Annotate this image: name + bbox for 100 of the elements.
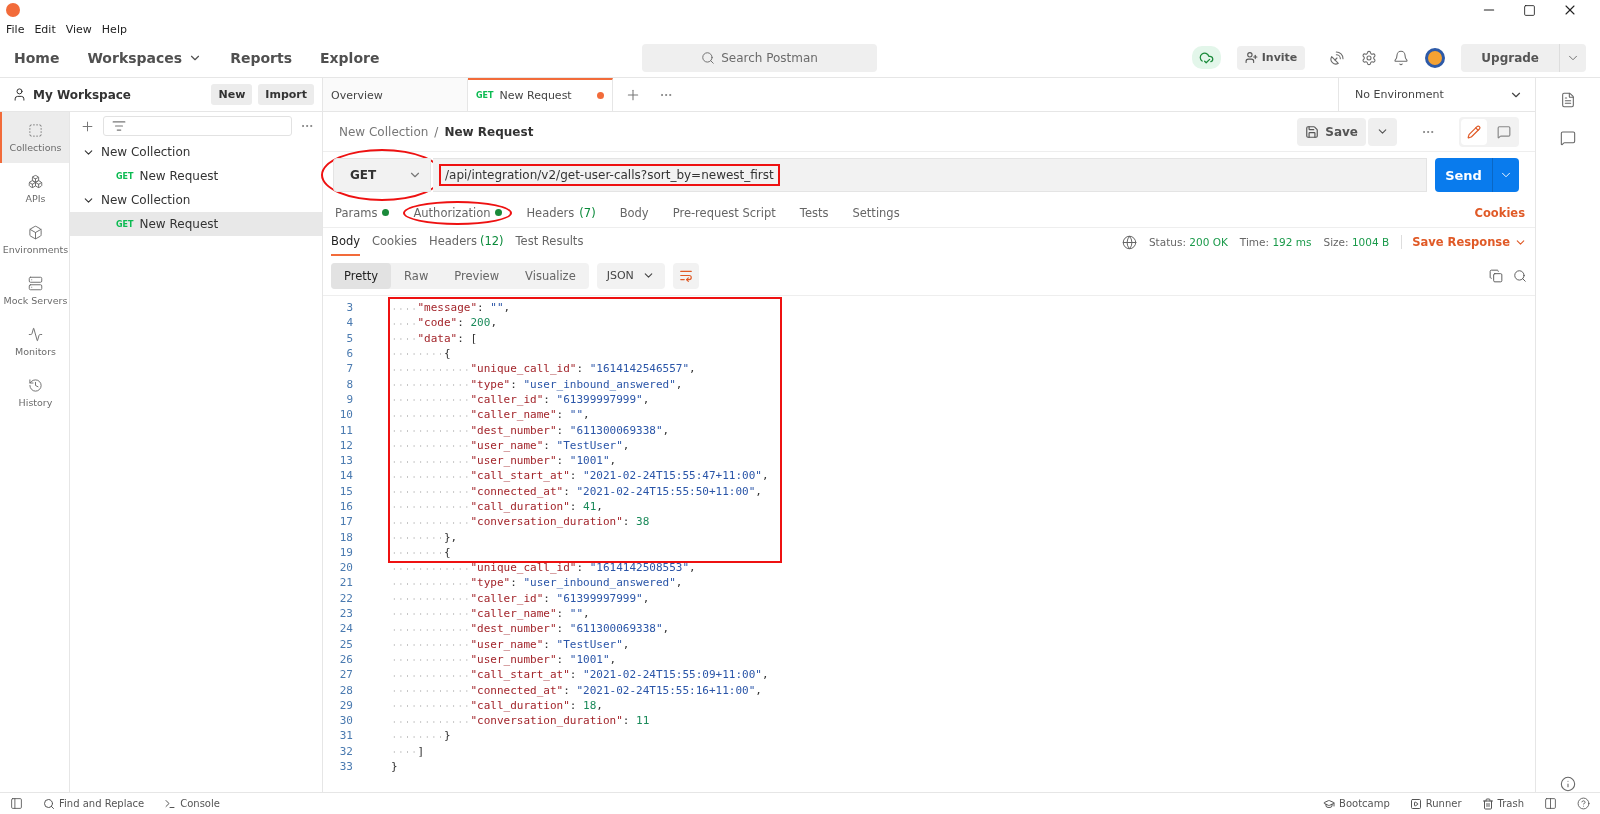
code-line: "unique_call_id": "1614142508553", [391, 561, 696, 575]
code-line: "dest_number": "611300069338", [391, 622, 670, 636]
footer-item[interactable]: Find and Replace [43, 797, 145, 810]
comments-icon[interactable] [1560, 130, 1576, 146]
line-number: 33 [338, 760, 354, 774]
menu-item[interactable]: Edit [34, 22, 56, 36]
info-icon[interactable] [1560, 776, 1576, 792]
collection-item[interactable]: New Collection [70, 188, 322, 212]
satellite-dish-icon[interactable] [1329, 49, 1346, 66]
help-icon[interactable] [1577, 797, 1590, 810]
line-number: 21 [338, 576, 354, 590]
environment-dropdown[interactable]: No Environment [1338, 78, 1535, 111]
rail-item[interactable]: Collections [0, 112, 69, 163]
request-section-tab[interactable]: Settings [852, 205, 900, 220]
view-mode-button[interactable]: Raw [391, 262, 442, 289]
copy-icon[interactable] [1489, 268, 1503, 283]
request-section-tab[interactable]: Params [335, 205, 390, 220]
rail-item[interactable]: History [0, 367, 69, 418]
rail-item[interactable]: Environments [0, 214, 69, 265]
code-line: "call_start_at": "2021-02-24T15:55:47+11:00", [391, 469, 769, 483]
sync-status-button[interactable] [1191, 46, 1221, 69]
menu-item[interactable]: Help [101, 22, 127, 36]
code-line: "type": "user_inbound_answered", [391, 377, 683, 391]
save-button[interactable]: Save [1297, 117, 1366, 146]
workspace-button[interactable]: New [211, 84, 253, 105]
footer-item[interactable]: Runner [1409, 797, 1462, 810]
footer-item[interactable]: Bootcamp [1323, 797, 1390, 810]
cookies-link[interactable]: Cookies [1474, 205, 1525, 220]
request-item[interactable]: GET New Request [70, 212, 322, 236]
nav-item[interactable]: Explore [320, 49, 380, 66]
format-dropdown[interactable]: JSON [596, 262, 665, 289]
request-item[interactable]: GET New Request [70, 164, 322, 188]
response-tab[interactable]: Test Results [515, 228, 584, 256]
code-line: } [391, 760, 398, 774]
footer-item[interactable]: Trash [1481, 797, 1524, 810]
user-plus-icon [1244, 51, 1258, 64]
add-icon[interactable] [80, 118, 95, 134]
response-tab[interactable]: Headers (12) [429, 228, 504, 256]
console-icon [164, 797, 177, 810]
code-line: "type": "user_inbound_answered", [391, 576, 683, 590]
rail-item[interactable]: Mock Servers [0, 265, 69, 316]
response-tab[interactable]: Body [331, 228, 361, 256]
two-pane-icon[interactable] [1544, 797, 1557, 810]
nav-item[interactable]: Home [14, 49, 60, 66]
breadcrumb-parent[interactable]: New Collection [339, 124, 429, 139]
line-number: 19 [338, 545, 354, 559]
view-mode-button[interactable]: Preview [441, 262, 513, 289]
code-line: "connected_at": "2021-02-24T15:55:50+11:00", [391, 484, 762, 498]
rail-item[interactable]: APIs [0, 163, 69, 214]
cloud-check-icon [1198, 50, 1214, 65]
response-stat: Size: 1004 B [1323, 236, 1390, 248]
nav-item[interactable]: Reports [230, 49, 292, 66]
search-field[interactable]: Search Postman [642, 43, 878, 72]
url-field[interactable]: /api/integration/v2/get-user-calls?sort_by=newest_first [433, 158, 1427, 192]
document-icon[interactable] [1560, 92, 1576, 108]
request-tab[interactable]: Overview [323, 78, 468, 111]
line-number: 15 [338, 484, 354, 498]
request-section-tab[interactable]: Tests [799, 205, 829, 220]
filter-field[interactable] [103, 116, 292, 136]
menu-item[interactable]: View [65, 22, 92, 36]
request-section-tab[interactable]: Pre-request Script [672, 205, 776, 220]
workspace-name[interactable]: My Workspace [33, 87, 131, 102]
maximize-icon[interactable] [1523, 3, 1536, 17]
method-dropdown[interactable]: GET [333, 158, 431, 192]
view-mode-button[interactable]: Pretty [331, 262, 392, 289]
sidebar-toggle-icon[interactable] [10, 797, 23, 810]
request-tab[interactable]: GET New Request [468, 78, 613, 111]
code-line: "caller_id": "61399997999", [391, 392, 650, 406]
save-icon [1305, 124, 1320, 139]
search-icon[interactable] [1513, 268, 1527, 283]
menu-item[interactable]: File [6, 22, 25, 36]
nav-item[interactable]: Workspaces [87, 49, 203, 66]
invite-button[interactable]: Invite [1236, 45, 1306, 70]
response-tab[interactable]: Cookies [372, 228, 418, 256]
notifications-icon[interactable] [1393, 49, 1410, 66]
settings-icon[interactable] [1361, 49, 1378, 66]
request-section-tab[interactable]: Body [619, 205, 649, 220]
workspace-button[interactable]: Import [258, 84, 314, 105]
footer-item[interactable]: Console [164, 797, 220, 810]
rail-item[interactable]: Monitors [0, 316, 69, 367]
code-line: { [391, 347, 451, 361]
code-line: "conversation_duration": 38 [391, 515, 650, 529]
code-line: "dest_number": "611300069338", [391, 423, 670, 437]
line-number: 28 [338, 683, 354, 697]
edit-button[interactable] [1461, 118, 1487, 145]
request-section-tab[interactable]: Headers (7) [526, 205, 596, 220]
avatar[interactable] [1425, 47, 1446, 68]
code-line: ] [391, 744, 425, 758]
line-number: 25 [338, 637, 354, 651]
request-section-tab[interactable]: Authorization [413, 205, 503, 220]
code-line: } [391, 729, 451, 743]
save-response-button[interactable]: Save Response [1401, 235, 1527, 249]
line-number: 29 [338, 698, 354, 712]
view-mode-button[interactable]: Visualize [512, 262, 589, 289]
search-placeholder: Search Postman [721, 50, 818, 65]
code-line: "caller_id": "61399997999", [391, 591, 650, 605]
globe-icon [1121, 234, 1137, 250]
code-line: "data": [ [391, 331, 478, 345]
collection-item[interactable]: New Collection [70, 140, 322, 164]
wrap-lines-button[interactable] [672, 262, 699, 289]
